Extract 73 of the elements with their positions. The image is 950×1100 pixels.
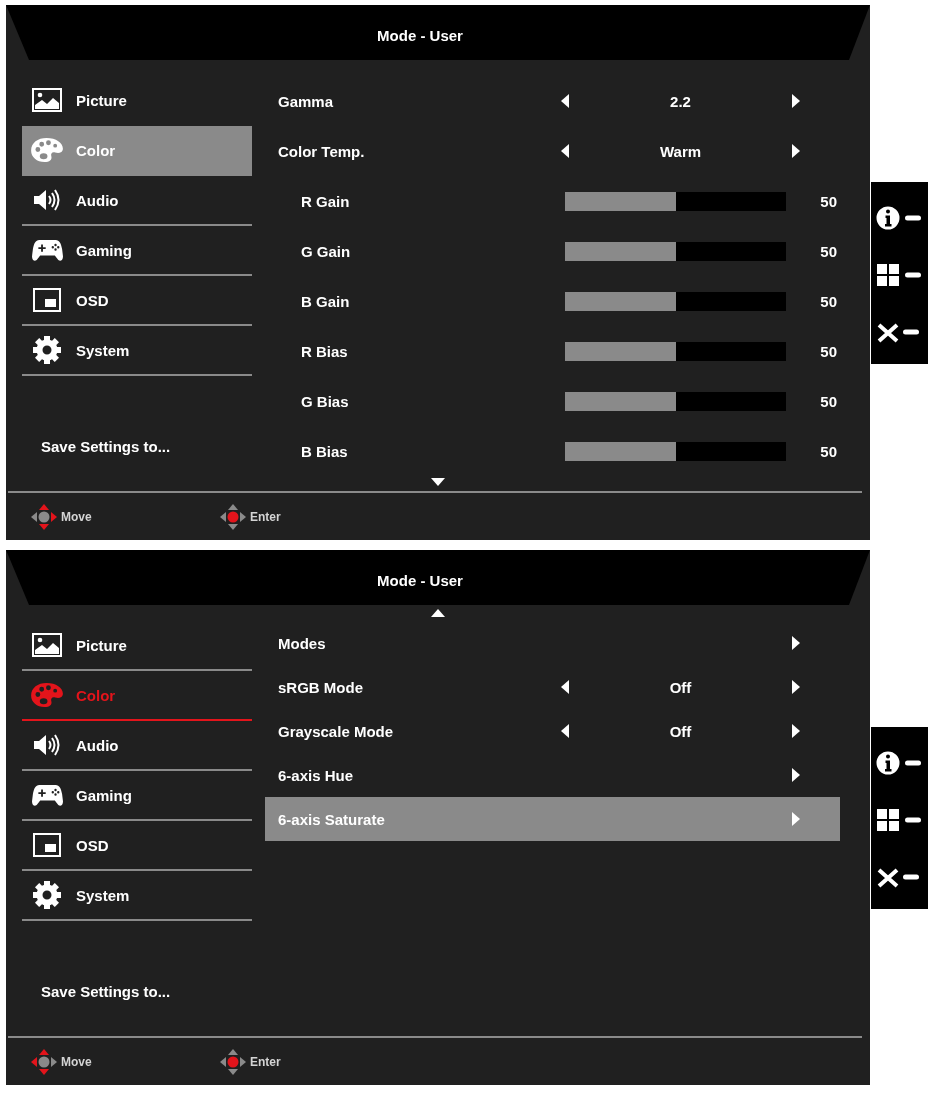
menu-row[interactable]: sRGB Mode Off	[265, 665, 840, 709]
sidebar-item[interactable]: Audio	[22, 176, 252, 226]
picture-icon	[32, 88, 62, 112]
sidebar-item[interactable]: OSD	[22, 821, 252, 871]
right-arrow-icon	[792, 636, 800, 650]
slider-value: 50	[820, 342, 837, 360]
menu-row[interactable]: R Bias 50	[265, 326, 840, 376]
menu-title: Mode - User	[377, 27, 463, 44]
menu-title: Mode - User	[377, 572, 463, 589]
hint-label: Move	[61, 1054, 92, 1069]
sidebar-item[interactable]: Picture	[22, 76, 252, 126]
hint-label: Enter	[250, 509, 281, 524]
slider-track[interactable]	[565, 291, 786, 311]
menu-row[interactable]: B Gain 50	[265, 276, 840, 326]
slider-track[interactable]	[565, 191, 786, 211]
slider-value: 50	[820, 392, 837, 410]
info-icon	[876, 205, 922, 230]
sidebar-item[interactable]: Audio	[22, 721, 252, 771]
slider-value: 50	[820, 442, 837, 460]
menu-row[interactable]: Modes	[265, 621, 840, 665]
menu-row[interactable]: R Gain 50	[265, 176, 840, 226]
left-arrow-icon	[561, 724, 569, 738]
palette-icon	[30, 682, 64, 708]
slider-value: 50	[820, 192, 837, 210]
grid-icon	[876, 807, 922, 832]
menu-row[interactable]: G Bias 50	[265, 376, 840, 426]
grid-icon	[876, 262, 922, 287]
menu-row[interactable]: B Bias 50	[265, 426, 840, 476]
settings-icon	[32, 880, 62, 910]
slider-track[interactable]	[565, 241, 786, 261]
setting-value: Off	[668, 678, 693, 696]
slider-value: 50	[820, 242, 837, 260]
gamepad-icon	[31, 783, 63, 807]
save-settings-item[interactable]: Save Settings to...	[41, 438, 171, 455]
slider-track[interactable]	[565, 391, 786, 411]
menu-row[interactable]: Color Temp. Warm	[265, 126, 840, 176]
sidebar-item[interactable]: System	[22, 871, 252, 921]
setting-value: Warm	[658, 142, 703, 160]
speaker-icon	[33, 732, 61, 758]
slider-value: 50	[820, 292, 837, 310]
info-icon	[876, 750, 922, 775]
sidebar-item[interactable]: Gaming	[22, 226, 252, 276]
window-icon	[33, 833, 61, 857]
right-arrow-icon	[792, 812, 800, 826]
right-arrow-icon	[792, 724, 800, 738]
left-arrow-icon	[561, 144, 569, 158]
menu-row[interactable]: Gamma 2.2	[265, 76, 840, 126]
palette-icon	[30, 137, 64, 163]
save-settings-item[interactable]: Save Settings to...	[41, 983, 171, 1000]
menu-row[interactable]: 6-axis Hue	[265, 753, 840, 797]
right-arrow-icon	[792, 94, 800, 108]
right-arrow-icon	[792, 680, 800, 694]
setting-value: Off	[668, 722, 693, 740]
sidebar-item[interactable]: Gaming	[22, 771, 252, 821]
right-arrow-icon	[792, 768, 800, 782]
sidebar-item[interactable]: OSD	[22, 276, 252, 326]
slider-track[interactable]	[565, 441, 786, 461]
menu-row[interactable]: Grayscale Mode Off	[265, 709, 840, 753]
slider-track[interactable]	[565, 341, 786, 361]
left-arrow-icon	[561, 94, 569, 108]
menu-row[interactable]: G Gain 50	[265, 226, 840, 276]
gamepad-icon	[31, 238, 63, 262]
picture-icon	[32, 633, 62, 657]
hint-label: Move	[61, 509, 92, 524]
setting-value: 2.2	[669, 92, 692, 110]
left-arrow-icon	[561, 680, 569, 694]
hint-label: Enter	[250, 1054, 281, 1069]
sidebar-item[interactable]: Picture	[22, 621, 252, 671]
right-arrow-icon	[792, 144, 800, 158]
speaker-icon	[33, 187, 61, 213]
settings-icon	[32, 335, 62, 365]
window-icon	[33, 288, 61, 312]
sidebar-item[interactable]: System	[22, 326, 252, 376]
